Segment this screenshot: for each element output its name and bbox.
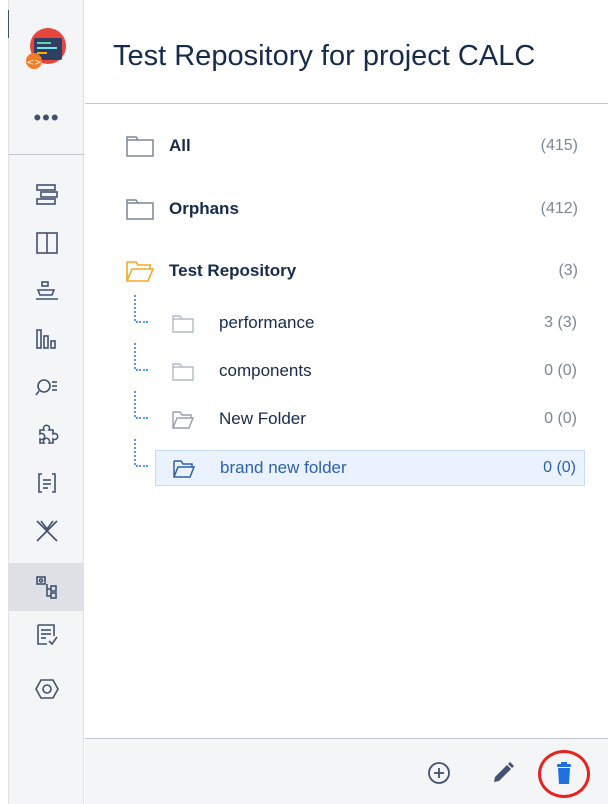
tree-root-all[interactable]: All (415) [121, 128, 586, 164]
folder-tree: All (415) Orphans (412) Test Repository … [85, 105, 608, 738]
sidebar-item-components[interactable] [9, 411, 84, 459]
sidebar-item-releases[interactable] [9, 267, 84, 315]
window-edge [0, 0, 10, 804]
tree-folder-label: brand new folder [220, 458, 347, 477]
tree-root-test-repository[interactable]: Test Repository (3) [121, 253, 586, 289]
page-header: Test Repository for project CALC [85, 0, 608, 104]
tree-root-label: Test Repository [169, 261, 297, 280]
sidebar-item-summary[interactable] [9, 171, 84, 219]
summary-icon [35, 184, 58, 205]
sidebar-item-board[interactable] [9, 219, 84, 267]
folder-icon [126, 199, 154, 220]
tree-root-label: All [169, 136, 191, 155]
checklist-icon [36, 624, 58, 646]
tree-folder-brand-new-folder[interactable]: brand new folder 0 (0) [155, 450, 585, 486]
search-list-icon [34, 379, 57, 396]
tree-actions-toolbar [85, 738, 608, 804]
sidebar-item-test-repository[interactable] [9, 563, 84, 611]
sidebar-divider [9, 154, 84, 155]
tree-root-count: (412) [540, 200, 578, 217]
tree-root-label: Orphans [169, 199, 239, 218]
sidebar-item-issues[interactable] [9, 363, 84, 411]
tree-root-count: (415) [540, 137, 578, 154]
sidebar-item-test[interactable] [9, 507, 84, 555]
tree-root-orphans[interactable]: Orphans (412) [121, 191, 586, 227]
svg-text:<>: <> [26, 58, 41, 68]
hexagon-gear-icon [34, 679, 59, 699]
add-folder-icon [428, 762, 450, 784]
folder-icon [172, 315, 194, 333]
add-folder-button[interactable] [423, 757, 455, 789]
folder-icon [126, 136, 154, 157]
folder-icon [172, 363, 194, 381]
delete-folder-button[interactable] [548, 757, 580, 789]
delete-icon [557, 762, 571, 784]
folder-open-icon [126, 261, 155, 282]
tree-connector [134, 439, 154, 469]
sidebar-item-test-plans[interactable] [9, 611, 84, 659]
sidebar-item-settings[interactable] [9, 665, 84, 713]
board-icon [35, 232, 58, 254]
tree-folder-count: 0 (0) [544, 362, 577, 379]
tree-folder-components[interactable]: components 0 (0) [155, 354, 585, 390]
edit-folder-button[interactable] [487, 757, 519, 789]
tree-folder-new-folder[interactable]: New Folder 0 (0) [155, 402, 585, 438]
edit-icon [494, 762, 514, 782]
ship-icon [35, 281, 58, 300]
tree-folder-label: components [219, 361, 312, 380]
tree-connector [134, 343, 154, 373]
sidebar: <> ••• [9, 0, 84, 804]
tree-folder-label: performance [219, 313, 315, 332]
more-options-icon[interactable]: ••• [9, 107, 84, 129]
reports-icon [35, 329, 56, 349]
tree-folder-performance[interactable]: performance 3 (3) [155, 306, 585, 342]
tree-folder-count: 0 (0) [544, 410, 577, 427]
repository-tree-icon [35, 576, 57, 599]
tree-connector [134, 391, 154, 421]
sidebar-item-code[interactable] [9, 459, 84, 507]
code-icon [37, 473, 56, 493]
tree-folder-count: 0 (0) [543, 459, 576, 476]
tree-folder-label: New Folder [219, 409, 306, 428]
puzzle-icon [38, 424, 58, 444]
sidebar-item-reports[interactable] [9, 315, 84, 363]
folder-open-icon [172, 411, 195, 429]
tree-root-count: (3) [558, 262, 578, 279]
page-title: Test Repository for project CALC [113, 40, 536, 72]
tree-connector [134, 295, 154, 325]
xray-icon [35, 520, 58, 542]
tree-folder-count: 3 (3) [544, 314, 577, 331]
project-avatar-icon[interactable]: <> [21, 24, 71, 74]
folder-open-icon [173, 460, 196, 478]
